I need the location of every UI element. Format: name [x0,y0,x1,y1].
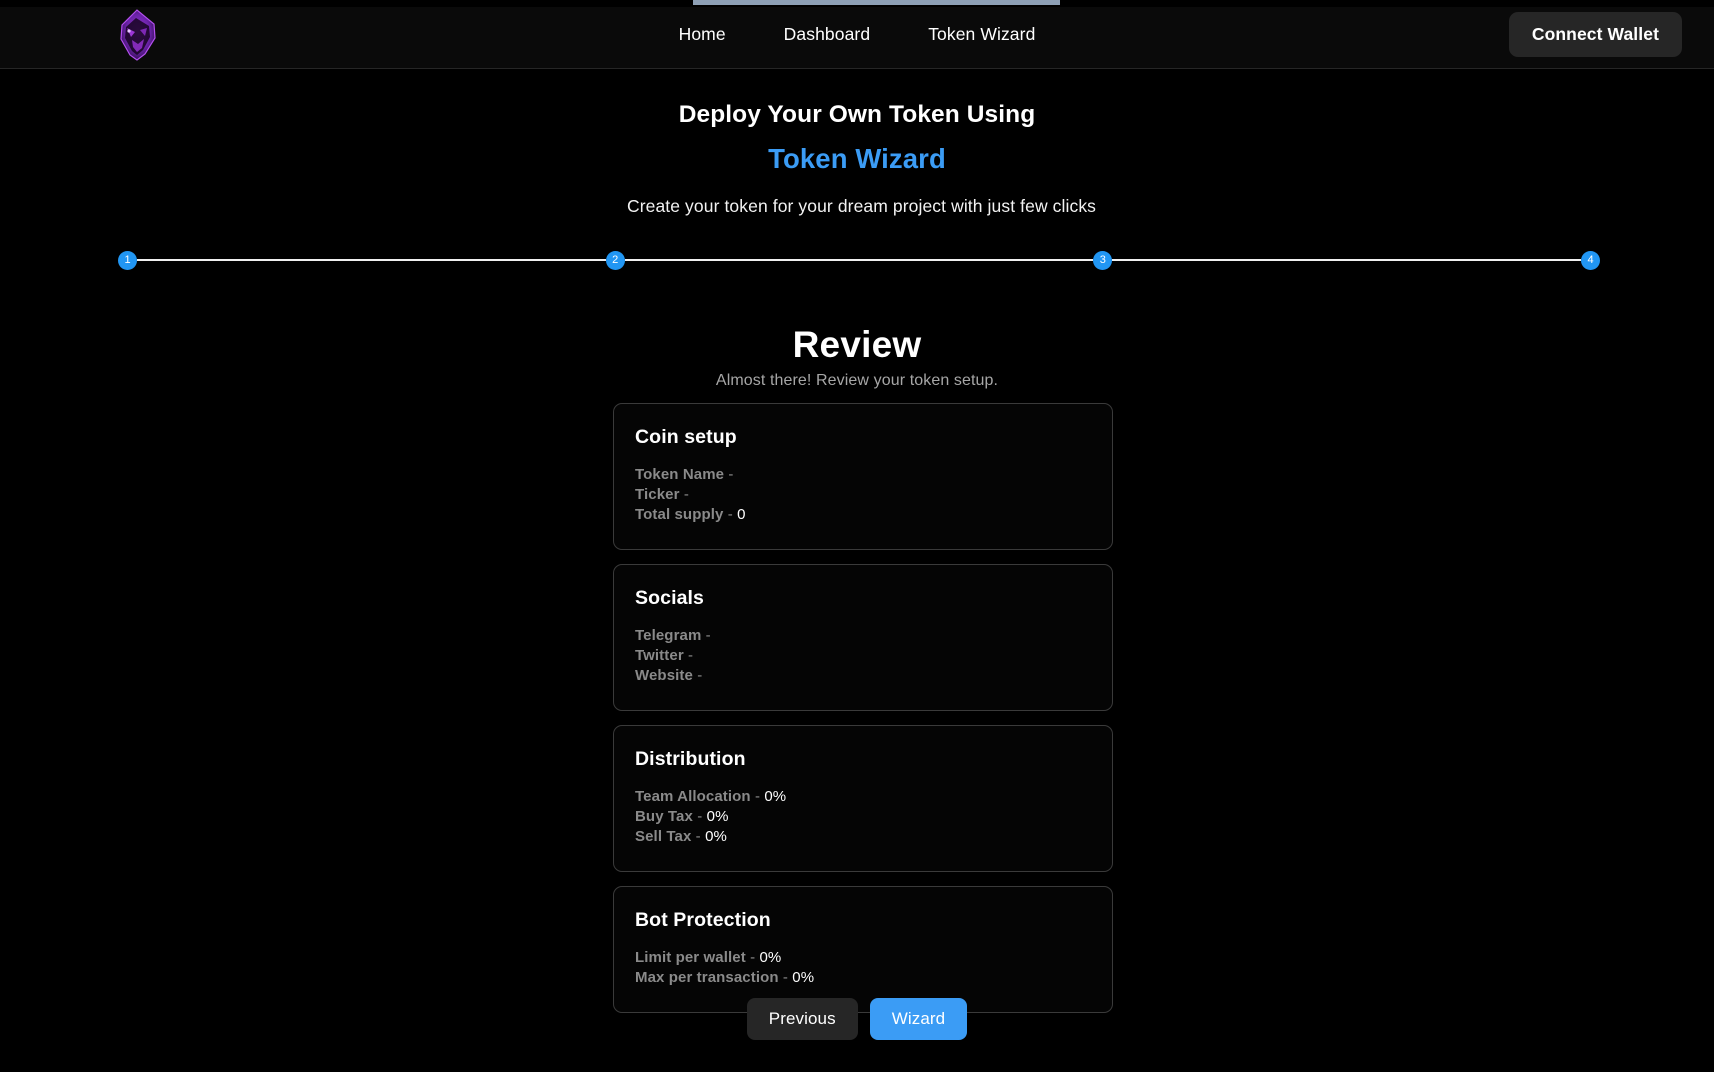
primary-nav: Home Dashboard Token Wizard [0,0,1714,69]
row-label: Token Name [635,466,725,483]
row-label: Max per transaction [635,969,779,986]
row-separator: - [782,969,788,986]
wizard-button[interactable]: Wizard [869,998,968,1040]
nav-link-token-wizard[interactable]: Token Wizard [928,24,1035,45]
card-row: Total supply - 0 [635,505,1091,525]
card-row: Token Name - [635,465,1091,485]
stepper-step-4[interactable]: 4 [1581,250,1601,270]
card-row: Website - [635,666,1091,686]
row-value: 0 [737,506,746,523]
hero-title-primary: Deploy Your Own Token Using [678,101,1036,128]
card-row: Ticker - [635,485,1091,505]
review-heading: Review [792,324,922,365]
card-title: Distribution [635,748,746,770]
hero-title-accent: Token Wizard [768,143,946,174]
hero-subtitle: Create your token for your dream project… [626,196,1097,216]
row-label: Ticker [635,486,680,503]
row-label: Telegram [635,627,702,644]
hero-section: Deploy Your Own Token Using Token Wizard… [0,69,1714,217]
row-label: Website [635,667,693,684]
row-separator: - [754,788,761,805]
row-separator: - [705,627,711,644]
stepper-step-3[interactable]: 3 [1093,250,1113,270]
stepper-step-2[interactable]: 2 [605,250,625,270]
previous-button[interactable]: Previous [746,998,858,1040]
page-bottom-edge [0,1072,1714,1078]
row-value: 0% [792,969,815,986]
review-subheading: Almost there! Review your token setup. [715,372,999,389]
card-title: Coin setup [635,426,737,448]
row-label: Total supply [635,506,724,523]
review-cards-list: Coin setup Token Name - Ticker - Total s… [613,403,1113,1027]
card-row: Buy Tax - 0% [635,807,1091,827]
row-value: 0% [759,949,782,966]
card-row: Max per transaction - 0% [635,968,1091,988]
card-row: Team Allocation - 0% [635,787,1091,807]
row-label: Sell Tax [635,828,692,845]
card-row: Sell Tax - 0% [635,827,1091,847]
row-value: 0% [764,788,787,805]
row-separator: - [683,486,689,503]
wizard-action-buttons: Previous Wizard [0,998,1714,1040]
row-separator: - [728,466,734,483]
row-separator: - [695,828,701,845]
row-label: Team Allocation [635,788,751,805]
review-card-bot-protection: Bot Protection Limit per wallet - 0% Max… [613,886,1113,1013]
row-separator: - [697,808,703,825]
card-title: Bot Protection [635,909,771,931]
stepper-connector-1-2 [137,259,606,261]
card-title: Socials [635,587,704,609]
row-value: 0% [705,828,727,845]
card-row: Limit per wallet - 0% [635,948,1091,968]
row-value: 0% [706,808,729,825]
row-label: Limit per wallet [635,949,746,966]
card-row: Telegram - [635,626,1091,646]
horizontal-scrollbar[interactable] [0,0,1714,7]
scrollbar-thumb[interactable] [693,0,1060,5]
review-card-distribution: Distribution Team Allocation - 0% Buy Ta… [613,725,1113,872]
nav-link-home[interactable]: Home [679,24,726,45]
connect-wallet-button[interactable]: Connect Wallet [1508,12,1682,57]
top-navigation-bar: Home Dashboard Token Wizard Connect Wall… [0,0,1714,69]
stepper-connector-3-4 [1112,259,1582,261]
review-card-socials: Socials Telegram - Twitter - Website - [613,564,1113,711]
row-separator: - [688,647,694,664]
wizard-stepper: 1 2 3 4 [118,246,1601,274]
nav-link-dashboard[interactable]: Dashboard [784,24,871,45]
stepper-connector-2-3 [624,259,1094,261]
row-separator: - [727,506,733,523]
row-separator: - [697,667,703,684]
row-separator: - [750,949,756,966]
review-card-coin-setup: Coin setup Token Name - Ticker - Total s… [613,403,1113,550]
row-label: Buy Tax [635,808,693,825]
stepper-step-1[interactable]: 1 [118,250,137,270]
row-label: Twitter [635,647,684,664]
card-row: Twitter - [635,646,1091,666]
